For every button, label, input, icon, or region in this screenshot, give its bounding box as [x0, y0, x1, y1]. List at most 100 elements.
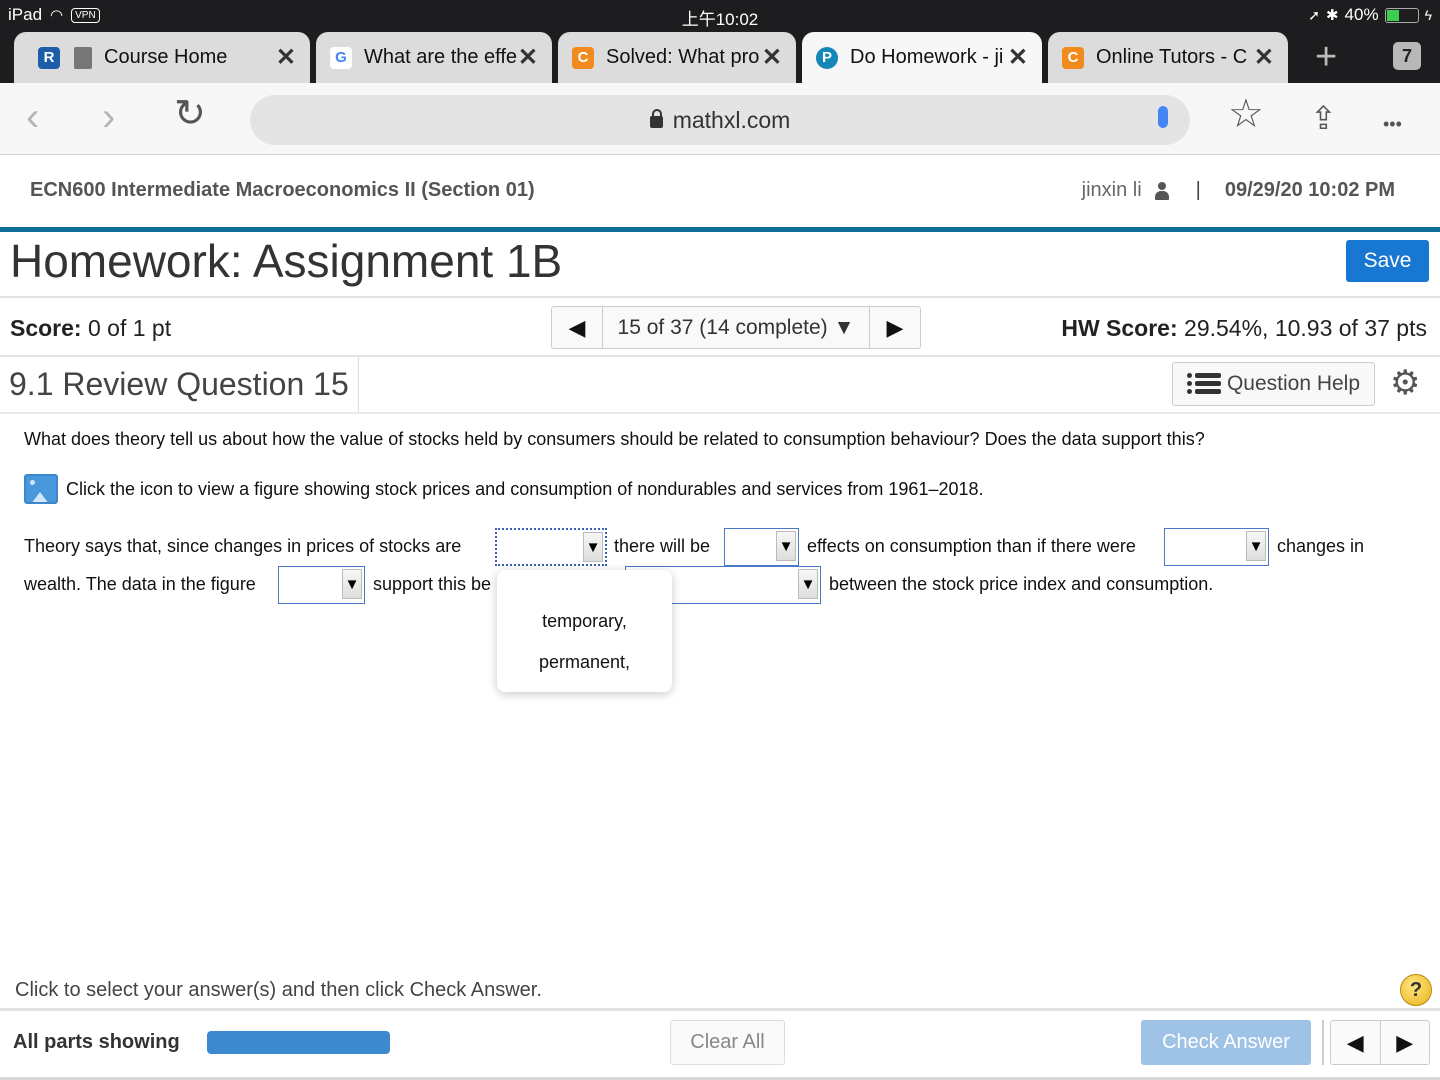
effect-size-dropdown[interactable]: ▼ [724, 528, 799, 566]
current-datetime: 09/29/20 10:02 PM [1224, 179, 1395, 201]
chegg-icon: C [1062, 46, 1084, 69]
question-prompt: What does theory tell us about how the v… [24, 429, 1205, 449]
tab-count-button[interactable]: 7 [1393, 42, 1421, 70]
bottom-question-nav: ◀ ▶ [1330, 1020, 1430, 1065]
gear-icon[interactable]: ⚙ [1390, 366, 1420, 400]
chegg-icon: C [572, 46, 594, 69]
close-tab-icon[interactable]: ✕ [518, 43, 538, 72]
browser-toolbar: ‹ › ↻ mathxl.com ☆ ⇪ ••• [0, 83, 1440, 155]
tab-title: What are the effe [364, 46, 518, 68]
dropdown-arrow-icon: ▼ [776, 531, 796, 561]
divider [358, 357, 359, 412]
stock-change-type-dropdown[interactable]: ▼ [495, 528, 607, 566]
forward-button[interactable]: › [102, 97, 115, 137]
question-score: Score: 0 of 1 pt [10, 315, 171, 342]
charging-icon: ϟ [1424, 7, 1432, 23]
close-tab-icon[interactable]: ✕ [1254, 43, 1274, 72]
question-selector[interactable]: 15 of 37 (14 complete) ▼ [602, 307, 870, 348]
more-menu-button[interactable]: ••• [1383, 107, 1402, 141]
wealth-change-type-dropdown[interactable]: ▼ [1164, 528, 1269, 566]
microphone-icon[interactable] [1158, 106, 1168, 128]
question-help-button[interactable]: Question Help [1172, 362, 1375, 406]
parts-progress-bar [207, 1031, 390, 1054]
next-question-button[interactable]: ▶ [870, 307, 920, 348]
save-button[interactable]: Save [1346, 240, 1429, 282]
dropdown-arrow-icon: ▼ [342, 569, 362, 599]
tab-title: Do Homework - ji [850, 46, 1004, 68]
clock: 上午10:02 [681, 10, 759, 29]
tab-title: Course Home [104, 46, 228, 68]
tab-chegg-solved[interactable]: C Solved: What pro ✕ [558, 32, 796, 83]
pearson-icon: P [816, 46, 838, 69]
sentence-text: changes in [1277, 536, 1365, 556]
reload-button[interactable]: ↻ [174, 95, 206, 133]
book-icon [74, 46, 92, 69]
answer-instructions: Click to select your answer(s) and then … [15, 979, 542, 1001]
score-value: 0 of 1 pt [87, 315, 172, 341]
dropdown-arrow-icon: ▼ [583, 532, 603, 562]
question-navigator: ◀ 15 of 37 (14 complete) ▼ ▶ [551, 306, 921, 349]
tab-google-search[interactable]: G What are the effe ✕ [316, 32, 552, 83]
close-tab-icon[interactable]: ✕ [276, 43, 296, 72]
tab-course-home[interactable]: R Course Home ✕ [14, 32, 310, 83]
new-tab-button[interactable]: + [1315, 38, 1337, 76]
bookmark-star-button[interactable]: ☆ [1228, 94, 1264, 134]
dropdown-option-temporary[interactable]: temporary, [497, 611, 672, 632]
divider [0, 296, 1440, 298]
sentence-text: support this be [373, 574, 492, 594]
dropdown-options-popup: temporary, permanent, [497, 570, 672, 692]
image-icon[interactable] [24, 474, 58, 504]
tab-strip: R Course Home ✕ G What are the effe ✕ C … [0, 30, 1440, 83]
lock-icon [649, 109, 663, 128]
dropdown-arrow-icon: ▼ [1246, 531, 1266, 561]
dropdown-arrow-icon: ▼ [798, 569, 818, 599]
tab-do-homework[interactable]: P Do Homework - ji ✕ [802, 32, 1042, 83]
sentence-text: Theory says that, since changes in price… [24, 536, 462, 556]
course-name: ECN600 Intermediate Macroeconomics II (S… [30, 179, 535, 201]
next-question-button[interactable]: ▶ [1379, 1021, 1430, 1064]
help-question-icon[interactable]: ? [1400, 974, 1432, 1006]
question-title: 9.1 Review Question 15 [9, 366, 349, 402]
ios-status-bar: iPad ◠ VPN 上午10:02 ➚ ✱ 40% ϟ [0, 0, 1440, 30]
back-button[interactable]: ‹ [26, 97, 39, 137]
tab-title: Solved: What pro [606, 46, 760, 68]
user-name[interactable]: jinxin li [1082, 179, 1142, 202]
google-icon: G [330, 46, 352, 69]
url-text: mathxl.com [672, 106, 791, 133]
divider [0, 355, 1440, 357]
sentence-text: between the stock price index and consum… [829, 574, 1214, 594]
divider [0, 1008, 1440, 1011]
score-label: Score: [10, 315, 82, 341]
divider [1322, 1020, 1324, 1065]
homework-title: Homework: Assignment 1B [10, 235, 563, 287]
previous-question-button[interactable]: ◀ [1331, 1021, 1380, 1064]
progress-fill [207, 1031, 390, 1054]
user-icon [1154, 181, 1170, 200]
battery-icon [1384, 7, 1419, 23]
share-button[interactable]: ⇪ [1310, 101, 1337, 135]
figure-link: Click the icon to view a figure showing … [24, 474, 984, 504]
dropdown-option-permanent[interactable]: permanent, [497, 652, 672, 673]
data-support-dropdown[interactable]: ▼ [278, 566, 365, 604]
check-answer-button[interactable]: Check Answer [1141, 1020, 1311, 1065]
hw-score-label: HW Score: [1061, 315, 1178, 341]
previous-question-button[interactable]: ◀ [552, 307, 602, 348]
sentence-text: there will be [614, 536, 711, 556]
tab-online-tutors[interactable]: C Online Tutors - C ✕ [1048, 32, 1288, 83]
address-bar[interactable]: mathxl.com [250, 95, 1190, 145]
battery-percent: 40% [1344, 5, 1379, 24]
sentence-text: wealth. The data in the figure [24, 574, 256, 594]
location-icon: ➚ [1308, 6, 1320, 23]
close-tab-icon[interactable]: ✕ [1008, 43, 1028, 72]
header-separator: | [1195, 179, 1201, 201]
caret-down-icon: ▼ [833, 315, 855, 339]
clear-all-button[interactable]: Clear All [670, 1020, 785, 1065]
bluetooth-icon: ✱ [1325, 7, 1339, 24]
pinned-r-favicon: R [38, 46, 60, 69]
header-divider [0, 227, 1440, 232]
hw-score-value: 29.54%, 10.93 of 37 pts [1184, 315, 1427, 341]
parts-showing-label: All parts showing [13, 1031, 180, 1053]
close-tab-icon[interactable]: ✕ [762, 43, 782, 72]
figure-link-text: Click the icon to view a figure showing … [66, 478, 984, 499]
sentence-text: effects on consumption than if there wer… [807, 536, 1136, 556]
